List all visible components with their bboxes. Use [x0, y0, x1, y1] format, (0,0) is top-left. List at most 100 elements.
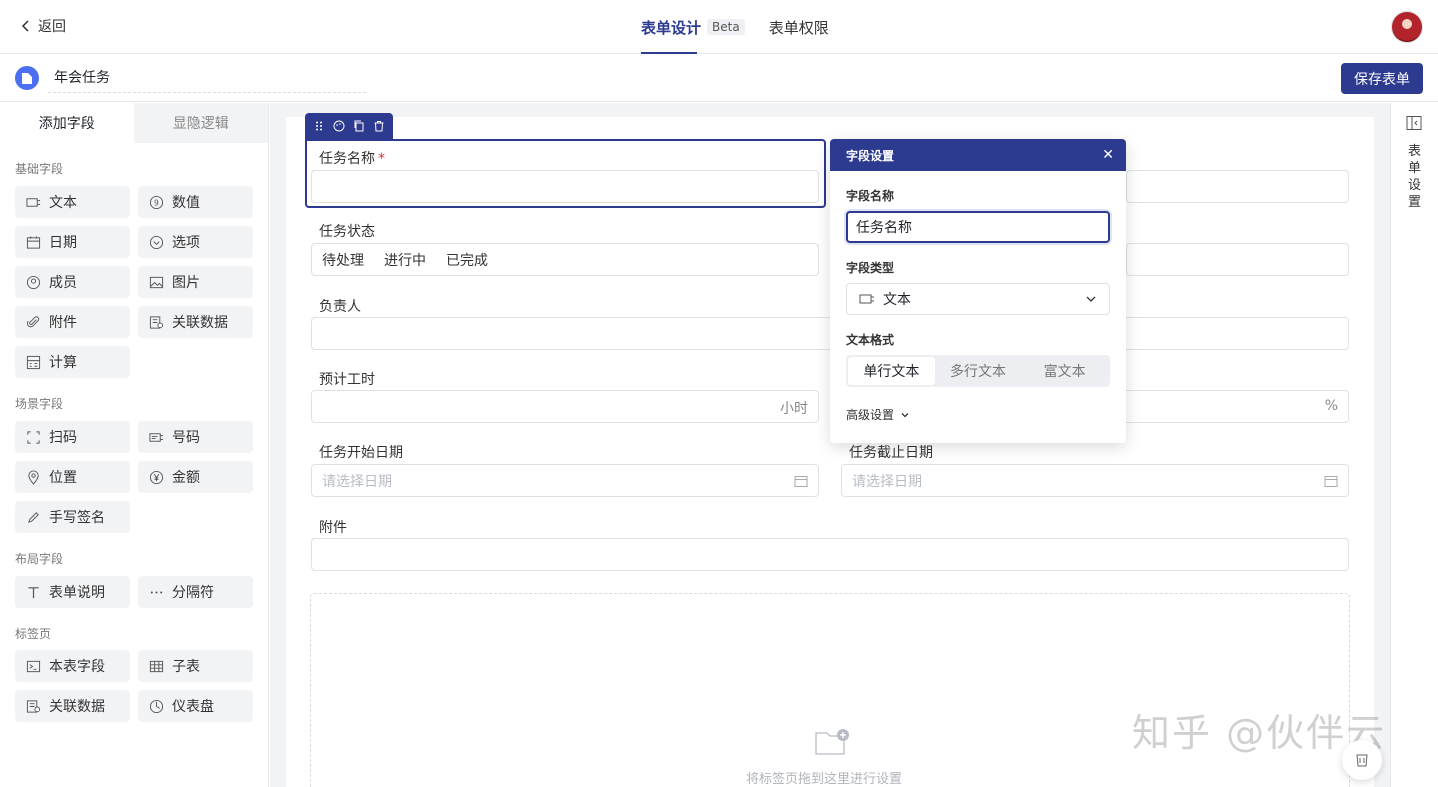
field-select-label: 选项 — [172, 235, 200, 251]
copy-icon[interactable] — [353, 120, 365, 132]
tab-drop-zone[interactable] — [310, 593, 1350, 787]
start-date-placeholder: 请选择日期 — [322, 473, 392, 490]
field-date-label: 日期 — [49, 235, 77, 251]
tab-drop-hint: 将标签页拖到这里进行设置 — [746, 772, 903, 787]
top-tabs: 表单设计 Beta 表单权限 — [641, 0, 829, 54]
field-linked-data-button[interactable]: 关联数据 — [138, 306, 253, 338]
drag-handle-icon[interactable] — [313, 120, 325, 132]
ellipsis-icon — [148, 584, 164, 600]
delete-icon[interactable] — [373, 120, 385, 132]
chevron-left-icon — [21, 20, 29, 32]
tab-form-permissions-label: 表单权限 — [768, 18, 829, 37]
format-rich-text[interactable]: 富文本 — [1021, 357, 1108, 385]
format-single-line[interactable]: 单行文本 — [848, 357, 935, 385]
field-form-description-label: 表单说明 — [49, 585, 105, 601]
text-format-segmented: 单行文本 多行文本 富文本 — [846, 355, 1110, 387]
attachment-input[interactable] — [311, 538, 1349, 571]
end-date-label: 任务截止日期 — [849, 445, 933, 461]
field-type-select[interactable]: 文本 — [846, 283, 1110, 315]
status-option-pending[interactable]: 待处理 — [322, 250, 364, 270]
field-table-field-label: 本表字段 — [49, 659, 105, 675]
back-button[interactable]: 返回 — [20, 16, 66, 36]
field-image-label: 图片 — [172, 275, 200, 291]
group-title-basic: 基础字段 — [15, 162, 64, 176]
tab-form-permissions[interactable]: 表单权限 — [769, 0, 829, 54]
field-scan-button[interactable]: 扫码 — [15, 421, 130, 453]
advanced-settings-label: 高级设置 — [846, 408, 895, 422]
field-dashboard-label: 仪表盘 — [172, 699, 214, 715]
close-icon[interactable]: ✕ — [1102, 147, 1114, 163]
status-option-done[interactable]: 已完成 — [446, 250, 488, 270]
text-format-label: 文本格式 — [846, 333, 895, 347]
field-tab-linked-data-button[interactable]: 关联数据 — [15, 690, 130, 722]
field-subtable-button[interactable]: 子表 — [138, 650, 253, 682]
scan-icon — [25, 429, 41, 445]
form-settings-rail: 表单设置 — [1390, 103, 1438, 787]
hours-suffix: 小时 — [780, 401, 808, 417]
field-number-button[interactable]: 9 数值 — [138, 186, 253, 218]
field-divider-label: 分隔符 — [172, 585, 214, 601]
estimated-hours-input[interactable]: 小时 — [311, 390, 819, 423]
field-number-label: 数值 — [172, 195, 200, 211]
field-phone-number-button[interactable]: 号码 — [138, 421, 253, 453]
form-settings-label[interactable]: 表单设置 — [1408, 143, 1422, 211]
percent-suffix: % — [1324, 398, 1338, 414]
task-status-options: 待处理 进行中 已完成 — [311, 243, 819, 276]
format-multi-line[interactable]: 多行文本 — [935, 357, 1022, 385]
field-divider-button[interactable]: 分隔符 — [138, 576, 253, 608]
field-scan-label: 扫码 — [49, 430, 77, 446]
trash-icon — [1356, 754, 1368, 767]
end-date-input[interactable]: 请选择日期 — [841, 464, 1349, 497]
signature-icon — [25, 509, 41, 525]
field-amount-button[interactable]: 金额 — [138, 461, 253, 493]
attachment-label: 附件 — [319, 520, 347, 536]
advanced-settings-toggle[interactable]: 高级设置 — [846, 406, 910, 423]
status-option-in-progress[interactable]: 进行中 — [384, 250, 426, 270]
form-title-input[interactable]: 年会任务 — [48, 63, 366, 93]
field-form-description-button[interactable]: 表单说明 — [15, 576, 130, 608]
task-name-input[interactable] — [311, 170, 819, 203]
tab-form-design[interactable]: 表单设计 Beta — [641, 0, 745, 54]
back-label: 返回 — [38, 19, 66, 35]
tab-add-field[interactable]: 添加字段 — [0, 103, 134, 143]
field-image-button[interactable]: 图片 — [138, 266, 253, 298]
palette-icon[interactable] — [333, 120, 345, 132]
save-form-button[interactable]: 保存表单 — [1341, 63, 1423, 94]
calendar-icon — [794, 476, 808, 487]
field-dashboard-button[interactable]: 仪表盘 — [138, 690, 253, 722]
avatar[interactable] — [1391, 11, 1423, 43]
field-subtable-label: 子表 — [172, 659, 200, 675]
tab-visibility-logic[interactable]: 显隐逻辑 — [133, 103, 268, 143]
field-calc-button[interactable]: 计算 — [15, 346, 130, 378]
field-select-button[interactable]: 选项 — [138, 226, 253, 258]
group-title-layout: 布局字段 — [15, 552, 64, 566]
right-field-input-2[interactable] — [1126, 243, 1349, 276]
panel-expand-icon[interactable] — [1406, 115, 1422, 131]
field-text-button[interactable]: 文本 — [15, 186, 130, 218]
table-field-icon — [25, 658, 41, 674]
select-icon — [148, 234, 164, 250]
linked-data-icon — [25, 698, 41, 714]
field-attachment-button[interactable]: 附件 — [15, 306, 130, 338]
field-location-label: 位置 — [49, 470, 77, 486]
field-name-label: 字段名称 — [846, 189, 895, 203]
recycle-bin-button[interactable] — [1342, 740, 1382, 780]
member-icon — [25, 274, 41, 290]
group-title-scene: 场景字段 — [15, 397, 64, 411]
folder-add-icon — [815, 729, 849, 755]
field-date-button[interactable]: 日期 — [15, 226, 130, 258]
field-name-input[interactable]: 任务名称 — [846, 211, 1110, 243]
field-signature-button[interactable]: 手写签名 — [15, 501, 130, 533]
field-table-field-button[interactable]: 本表字段 — [15, 650, 130, 682]
right-field-input-1[interactable] — [1126, 170, 1349, 203]
yen-icon — [148, 469, 164, 485]
field-member-button[interactable]: 成员 — [15, 266, 130, 298]
svg-text:9: 9 — [153, 198, 158, 207]
text-t-icon — [25, 584, 41, 600]
start-date-input[interactable]: 请选择日期 — [311, 464, 819, 497]
field-settings-popup: 字段设置 ✕ 字段名称 任务名称 字段类型 文本 文本格式 单行文本 多行文本 … — [830, 139, 1126, 443]
end-date-placeholder: 请选择日期 — [852, 473, 922, 490]
field-signature-label: 手写签名 — [49, 510, 105, 526]
field-toolbar — [305, 113, 393, 139]
field-location-button[interactable]: 位置 — [15, 461, 130, 493]
